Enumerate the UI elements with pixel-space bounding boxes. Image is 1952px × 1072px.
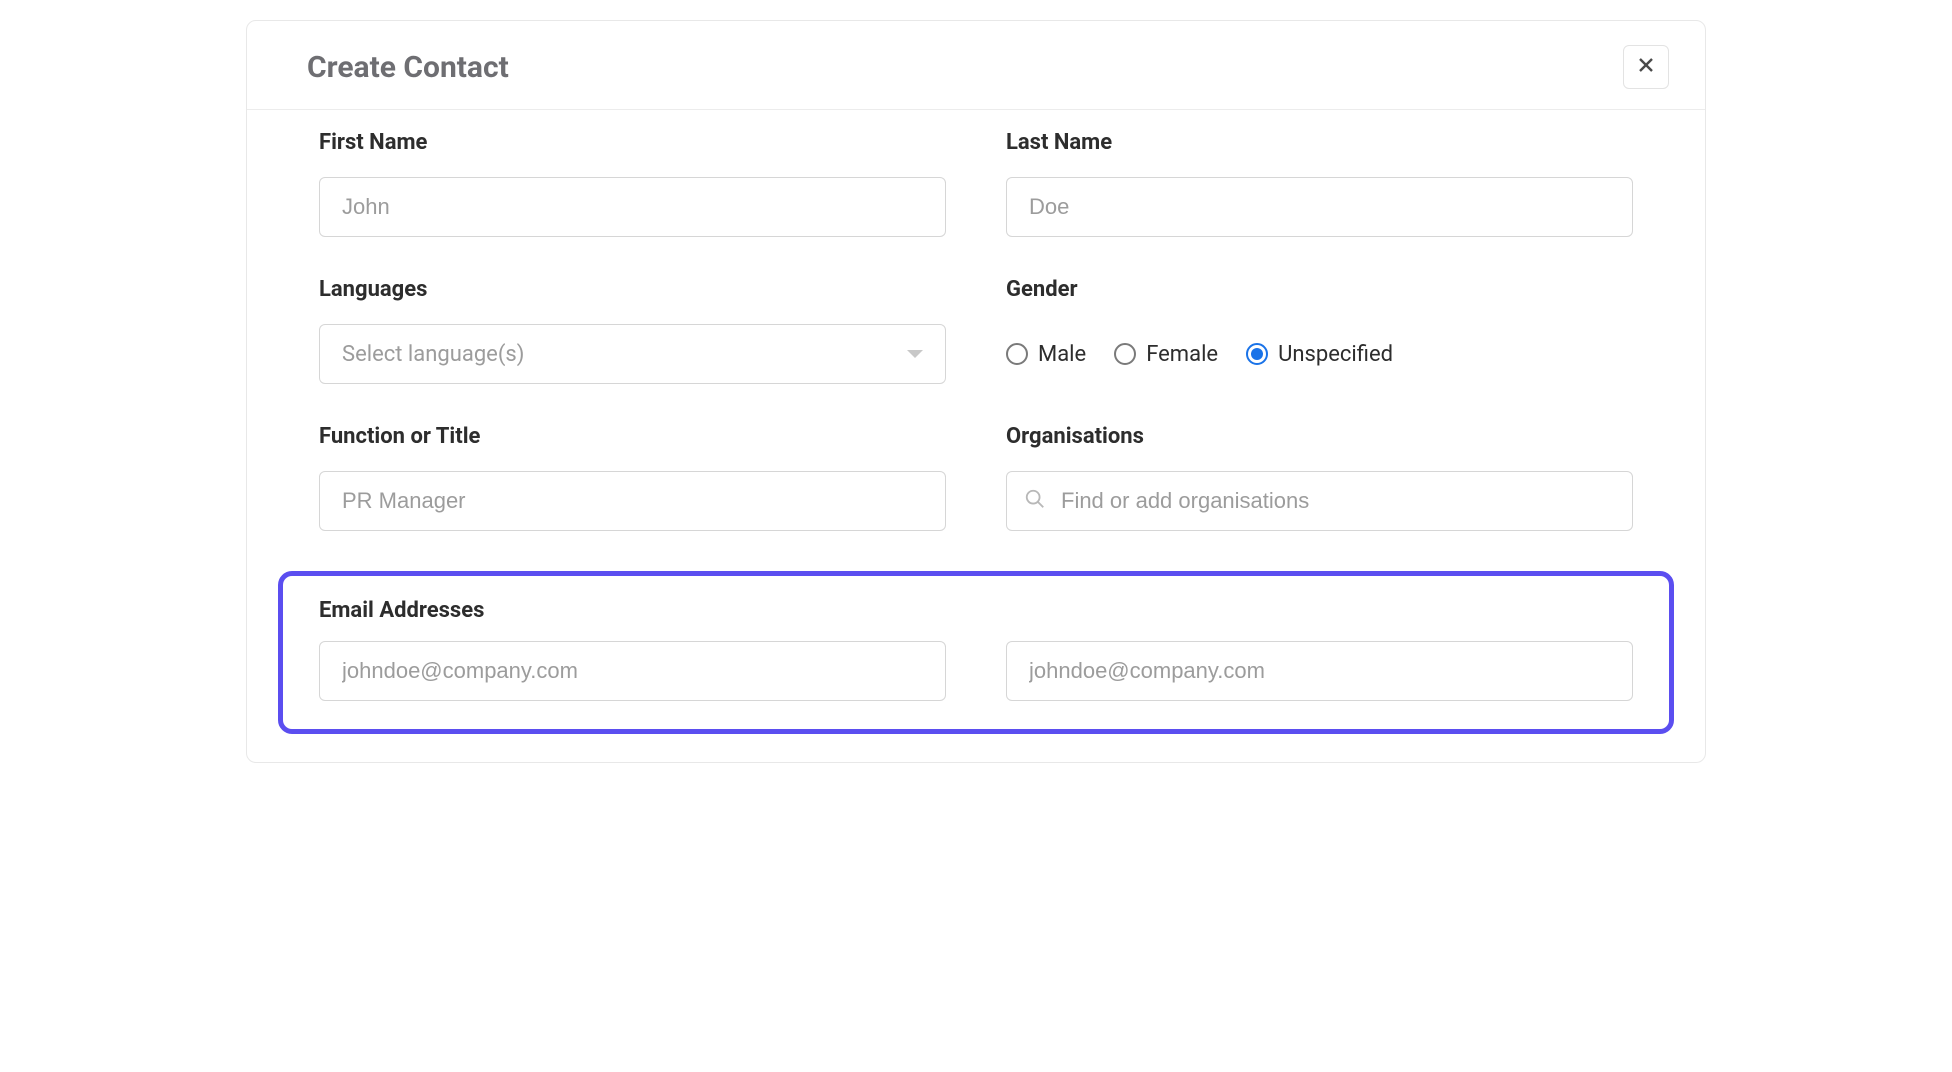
- gender-radio-male[interactable]: Male: [1006, 342, 1086, 367]
- modal-header: Create Contact: [247, 21, 1705, 110]
- email-input-1[interactable]: [319, 641, 946, 701]
- email-input-2[interactable]: [1006, 641, 1633, 701]
- radio-icon: [1006, 343, 1028, 365]
- languages-placeholder: Select language(s): [342, 342, 524, 367]
- field-gender: Gender Male Female Unspecified: [1006, 277, 1633, 384]
- create-contact-modal: Create Contact First Name Last Name: [246, 20, 1706, 763]
- function-input[interactable]: [319, 471, 946, 531]
- gender-radio-unspecified[interactable]: Unspecified: [1246, 342, 1393, 367]
- function-label: Function or Title: [319, 424, 946, 449]
- chevron-down-icon: [907, 350, 923, 358]
- organisations-input[interactable]: [1006, 471, 1633, 531]
- gender-unspecified-label: Unspecified: [1278, 342, 1393, 367]
- last-name-label: Last Name: [1006, 130, 1633, 155]
- field-last-name: Last Name: [1006, 130, 1633, 237]
- modal-body: First Name Last Name Languages Select la…: [247, 110, 1705, 762]
- field-function: Function or Title: [319, 424, 946, 531]
- close-button[interactable]: [1623, 45, 1669, 89]
- gender-female-label: Female: [1146, 342, 1218, 367]
- field-first-name: First Name: [319, 130, 946, 237]
- gender-radio-group: Male Female Unspecified: [1006, 324, 1633, 384]
- gender-radio-female[interactable]: Female: [1114, 342, 1218, 367]
- modal-title: Create Contact: [307, 50, 509, 85]
- close-icon: [1638, 56, 1654, 79]
- emails-label: Email Addresses: [319, 598, 1633, 623]
- first-name-input[interactable]: [319, 177, 946, 237]
- row-name: First Name Last Name: [283, 130, 1669, 277]
- field-organisations: Organisations: [1006, 424, 1633, 531]
- field-languages: Languages Select language(s): [319, 277, 946, 384]
- radio-icon-selected: [1246, 343, 1268, 365]
- radio-icon: [1114, 343, 1136, 365]
- languages-select[interactable]: Select language(s): [319, 324, 946, 384]
- gender-male-label: Male: [1038, 342, 1086, 367]
- radio-dot-icon: [1251, 348, 1263, 360]
- organisations-label: Organisations: [1006, 424, 1633, 449]
- email-row: [319, 641, 1633, 701]
- last-name-input[interactable]: [1006, 177, 1633, 237]
- first-name-label: First Name: [319, 130, 946, 155]
- email-section-highlight: Email Addresses: [278, 571, 1674, 734]
- languages-label: Languages: [319, 277, 946, 302]
- gender-label: Gender: [1006, 277, 1633, 302]
- row-lang-gender: Languages Select language(s) Gender Male…: [283, 277, 1669, 424]
- row-function-org: Function or Title Organisations: [283, 424, 1669, 571]
